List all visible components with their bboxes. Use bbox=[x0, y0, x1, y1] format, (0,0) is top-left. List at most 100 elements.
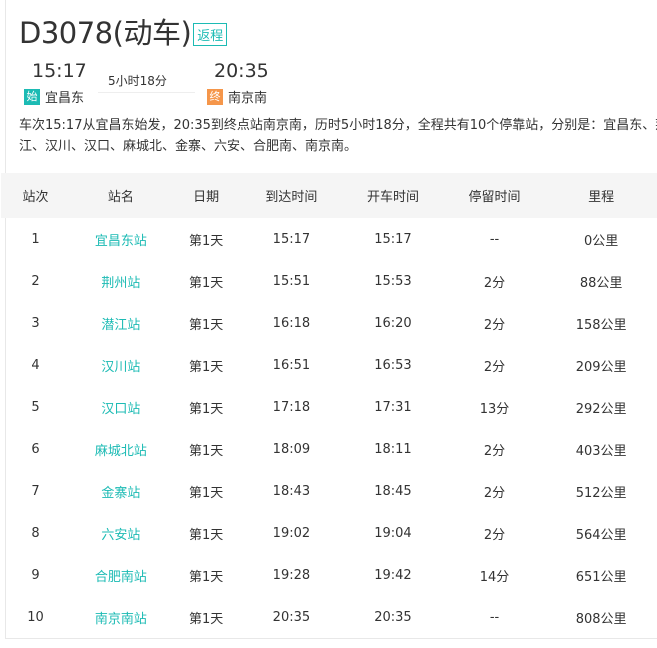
column-header: 开车时间 bbox=[342, 173, 444, 218]
column-header: 站次 bbox=[1, 173, 71, 218]
table-cell: 16:20 bbox=[374, 315, 412, 331]
table-cell: 19:04 bbox=[374, 525, 412, 541]
table-cell: 第1天 bbox=[188, 275, 224, 291]
table-cell: 2分 bbox=[483, 527, 506, 543]
table-cell: 5 bbox=[31, 399, 40, 415]
table-cell: 7 bbox=[31, 483, 40, 499]
table-cell: 14分 bbox=[479, 569, 510, 585]
end-badge-icon: 终 bbox=[207, 88, 223, 105]
table-cell: 0公里 bbox=[584, 233, 619, 249]
table-cell: 20:35 bbox=[272, 609, 311, 625]
table-cell: -- bbox=[489, 609, 500, 625]
column-header: 停留时间 bbox=[443, 173, 546, 218]
table-cell: 158公里 bbox=[575, 317, 627, 333]
table-cell: 第1天 bbox=[188, 527, 224, 543]
table-cell: 1 bbox=[31, 231, 40, 247]
train-title: D3078(动车) 返程 bbox=[19, 10, 228, 52]
duration: 5小时18分 bbox=[108, 74, 167, 88]
table-cell: 10 bbox=[27, 609, 44, 625]
arrive-time: 20:35 bbox=[214, 60, 269, 82]
station-link[interactable]: 荆州站 bbox=[70, 260, 172, 302]
table-cell: 9 bbox=[31, 567, 40, 583]
table-cell: 第1天 bbox=[188, 359, 224, 375]
table-cell: 18:09 bbox=[272, 441, 311, 457]
station-link[interactable]: 宜昌东站 bbox=[70, 218, 172, 260]
table-row: 4 汉川站 第1天 16:51 16:53 2分 209公里 bbox=[1, 344, 657, 386]
table-cell: 564公里 bbox=[575, 527, 627, 543]
station-link[interactable]: 汉口站 bbox=[70, 386, 172, 428]
table-cell: 403公里 bbox=[575, 443, 627, 459]
table-cell: 2分 bbox=[483, 443, 506, 459]
table-cell: 651公里 bbox=[575, 569, 627, 585]
table-row: 6 麻城北站 第1天 18:09 18:11 2分 403公里 bbox=[1, 428, 657, 470]
table-cell: 18:45 bbox=[374, 483, 412, 499]
station-link[interactable]: 麻城北站 bbox=[70, 428, 172, 470]
table-cell: 第1天 bbox=[188, 443, 224, 459]
end-station-name: 南京南 bbox=[228, 91, 268, 106]
station-link[interactable]: 金寨站 bbox=[70, 470, 172, 512]
table-row: 9 合肥南站 第1天 19:28 19:42 14分 651公里 bbox=[1, 554, 657, 596]
route-description: 车次15:17从宜昌东始发，20:35到终点站南京南，历时5小时18分，全程共有… bbox=[19, 118, 657, 154]
table-cell: 20:35 bbox=[374, 609, 412, 625]
table-row: 10 南京南站 第1天 20:35 20:35 -- 808公里 bbox=[1, 596, 657, 638]
start-station-name: 宜昌东 bbox=[45, 91, 85, 106]
column-header: 日期 bbox=[171, 173, 241, 218]
station-link[interactable]: 六安站 bbox=[70, 512, 172, 554]
column-header: 到达时间 bbox=[240, 173, 343, 218]
table-cell: 15:17 bbox=[272, 231, 311, 247]
table-cell: 17:31 bbox=[374, 399, 412, 415]
table-cell: 15:51 bbox=[272, 273, 311, 289]
table-cell: -- bbox=[489, 231, 500, 247]
table-cell: 第1天 bbox=[188, 317, 224, 333]
table-cell: 16:51 bbox=[272, 357, 311, 373]
table-row: 8 六安站 第1天 19:02 19:04 2分 564公里 bbox=[1, 512, 657, 554]
table-row: 3 潜江站 第1天 16:18 16:20 2分 158公里 bbox=[1, 302, 657, 344]
table-cell: 19:28 bbox=[272, 567, 311, 583]
table-cell: 第1天 bbox=[188, 611, 224, 627]
stops-table: 站次 站名 日期 到达时间 开车时间 停留时间 里程 1 宜昌东站 第1天 15:17 15:17 -… bbox=[1, 173, 657, 638]
table-row: 7 金寨站 第1天 18:43 18:45 2分 512公里 bbox=[1, 470, 657, 512]
table-cell: 2分 bbox=[483, 317, 506, 333]
table-row: 1 宜昌东站 第1天 15:17 15:17 -- 0公里 bbox=[1, 218, 657, 260]
table-cell: 第1天 bbox=[188, 401, 224, 417]
depart-time: 15:17 bbox=[32, 60, 87, 82]
table-cell: 6 bbox=[31, 441, 40, 457]
table-row: 5 汉口站 第1天 17:18 17:31 13分 292公里 bbox=[1, 386, 657, 428]
station-link[interactable]: 合肥南站 bbox=[70, 554, 172, 596]
column-header: 站名 bbox=[70, 173, 172, 218]
table-cell: 2 bbox=[31, 273, 40, 289]
table-cell: 18:11 bbox=[374, 441, 412, 457]
table-cell: 3 bbox=[31, 315, 40, 331]
station-link[interactable]: 汉川站 bbox=[70, 344, 172, 386]
table-cell: 209公里 bbox=[575, 359, 627, 375]
table-cell: 16:53 bbox=[374, 357, 412, 373]
table-cell: 13分 bbox=[479, 401, 510, 417]
table-row: 2 荆州站 第1天 15:51 15:53 2分 88公里 bbox=[1, 260, 657, 302]
table-cell: 88公里 bbox=[579, 275, 623, 291]
table-cell: 8 bbox=[31, 525, 40, 541]
table-cell: 19:42 bbox=[374, 567, 412, 583]
table-cell: 18:43 bbox=[272, 483, 311, 499]
station-link[interactable]: 南京南站 bbox=[70, 596, 172, 638]
table-cell: 17:18 bbox=[272, 399, 311, 415]
table-cell: 15:53 bbox=[374, 273, 412, 289]
route-arrow bbox=[98, 92, 195, 93]
table-cell: 808公里 bbox=[575, 611, 627, 627]
end-station: 终南京南 bbox=[207, 87, 267, 106]
start-station: 始宜昌东 bbox=[24, 87, 84, 106]
column-header: 里程 bbox=[545, 173, 657, 218]
table-cell: 512公里 bbox=[575, 485, 627, 501]
table-cell: 4 bbox=[31, 357, 40, 373]
table-cell: 19:02 bbox=[272, 525, 311, 541]
table-cell: 第1天 bbox=[188, 233, 224, 249]
start-badge-icon: 始 bbox=[24, 88, 40, 105]
table-cell: 第1天 bbox=[188, 569, 224, 585]
table-cell: 2分 bbox=[483, 359, 506, 375]
table-cell: 2分 bbox=[483, 485, 506, 501]
station-link[interactable]: 潜江站 bbox=[70, 302, 172, 344]
train-number: D3078(动车) bbox=[19, 16, 192, 50]
table-cell: 292公里 bbox=[575, 401, 627, 417]
table-cell: 15:17 bbox=[374, 231, 412, 247]
table-cell: 第1天 bbox=[188, 485, 224, 501]
return-trip-button[interactable]: 返程 bbox=[193, 23, 228, 46]
